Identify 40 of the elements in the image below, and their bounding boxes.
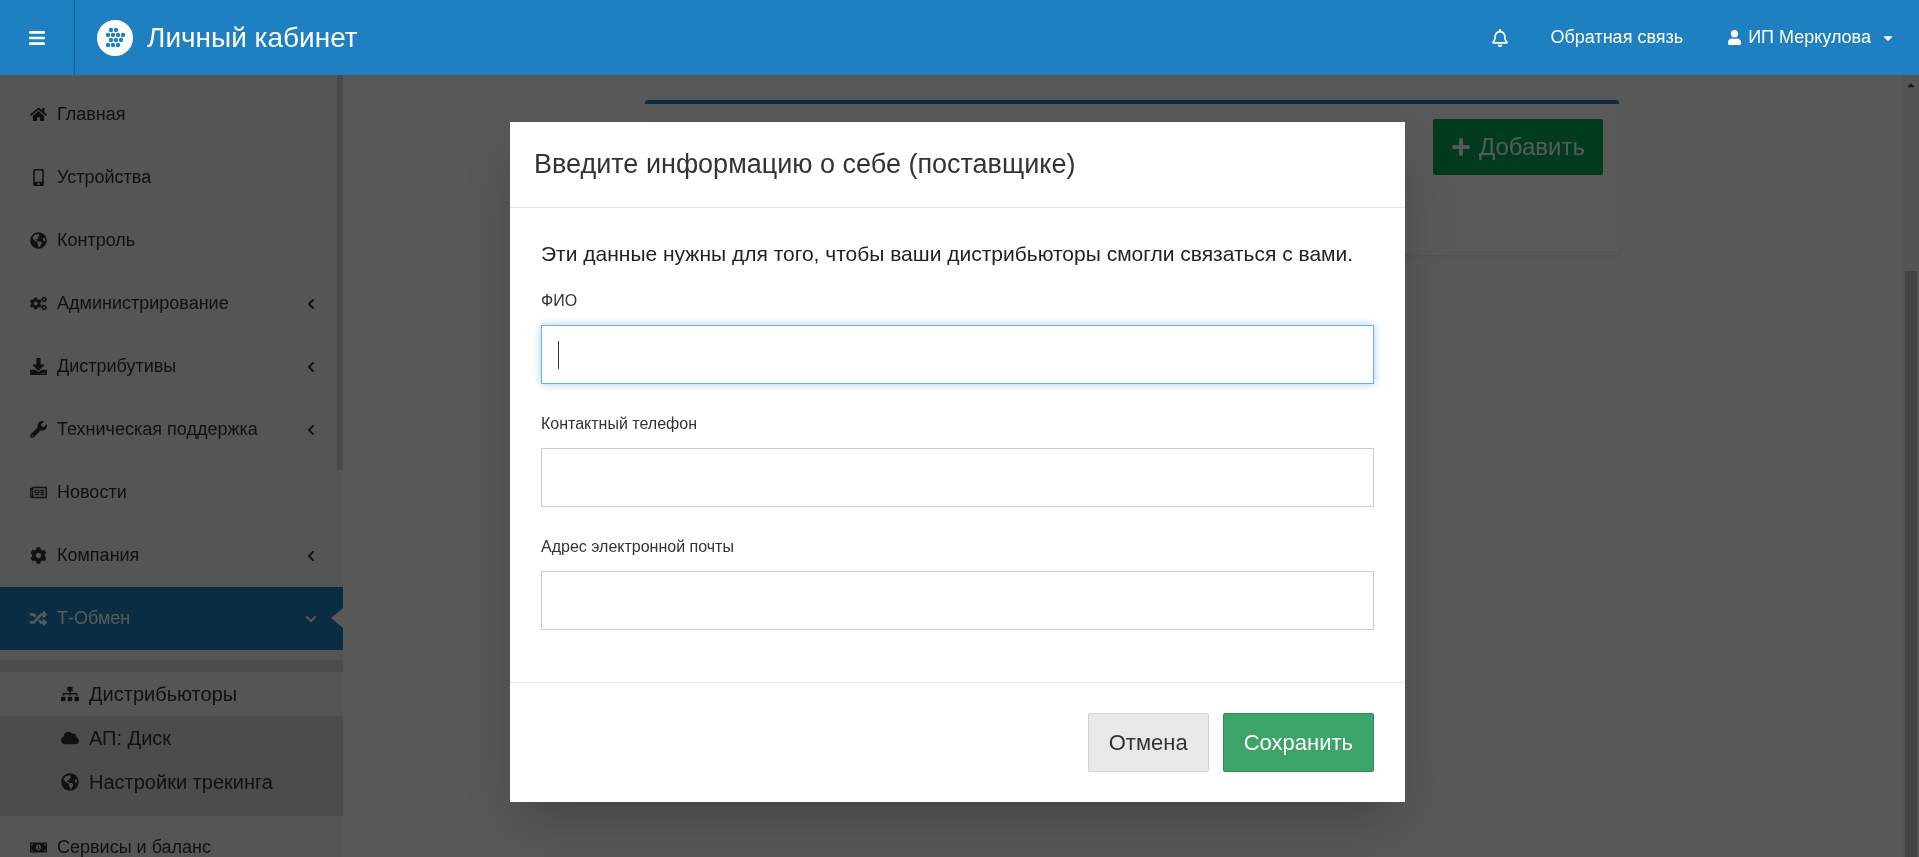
banknote-icon [30, 839, 47, 856]
gear-icon [30, 547, 47, 564]
cancel-button[interactable]: Отмена [1087, 713, 1209, 772]
user-menu[interactable]: ИП Меркулова [1727, 24, 1895, 51]
notifications-bell-icon[interactable] [1490, 28, 1509, 47]
download-icon [30, 358, 47, 375]
gears-icon [30, 295, 47, 312]
globe-icon [30, 232, 47, 249]
logo-icon [97, 19, 133, 56]
home-icon [30, 106, 47, 123]
input-field[interactable] [541, 571, 1374, 630]
menu-icon [28, 28, 46, 47]
submenu-item[interactable]: Дистрибьюторы [0, 672, 343, 716]
user-icon [1727, 30, 1743, 45]
newspaper-icon [30, 484, 47, 501]
shuffle-icon [30, 610, 47, 627]
globe-icon [61, 773, 79, 791]
submenu-item[interactable]: Настройки трекинга [0, 760, 343, 804]
text-cursor [558, 340, 559, 369]
sidebar-item[interactable]: Сервисы и баланс [0, 816, 343, 857]
wrench-icon [30, 421, 47, 438]
input-field[interactable] [541, 448, 1374, 507]
plus-icon [1450, 137, 1471, 157]
save-button[interactable]: Сохранить [1222, 713, 1374, 772]
phone-icon [30, 169, 47, 186]
dialog-title: Введите информацию о себе (поставщике) [534, 148, 1076, 182]
dialog-description: Эти данные нужны для того, чтобы ваши дистрибьюторы смогли связаться с вами. [541, 241, 1355, 267]
active-pointer-icon [331, 608, 343, 628]
field-label: ФИО [541, 291, 579, 311]
app-title: Личный кабинет [147, 20, 358, 55]
sidebar-item[interactable]: Т-Обмен [0, 587, 343, 650]
field-label: Контактный телефон [541, 414, 698, 434]
feedback-link[interactable]: Обратная связь [1550, 24, 1684, 51]
field-label: Адрес электронной почты [541, 537, 735, 557]
hierarchy-icon [61, 685, 79, 703]
sidebar-item[interactable]: Компания [0, 524, 343, 587]
input-field[interactable] [541, 325, 1374, 384]
add-button[interactable]: Добавить [1432, 119, 1603, 175]
cloud-icon [61, 729, 79, 747]
submenu-item[interactable]: АП: Диск [0, 716, 343, 760]
